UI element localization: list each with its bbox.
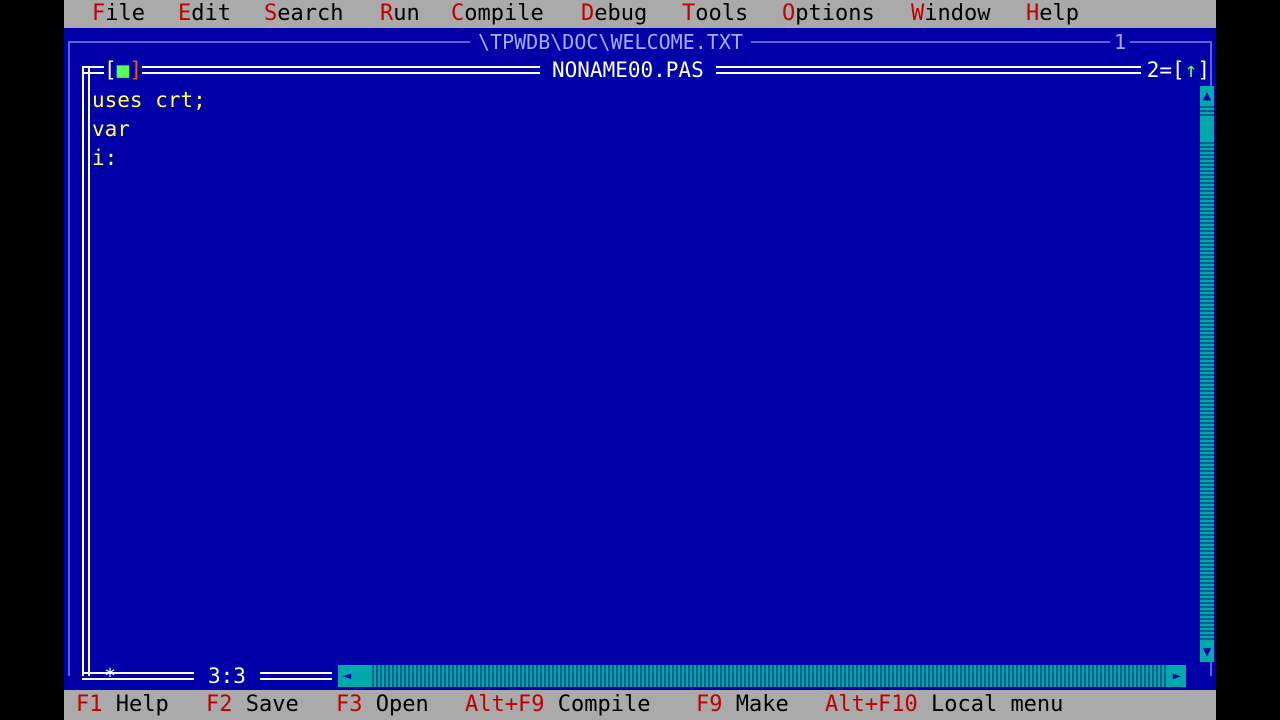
horizontal-scrollbar[interactable]: ◄ ► (338, 665, 1186, 687)
horizontal-scroll-thumb[interactable] (356, 665, 370, 687)
scroll-up-arrow-icon[interactable]: ▲ (1200, 86, 1214, 106)
ide-screen: File Edit Search Run Compile Debug Tools… (64, 0, 1216, 720)
code-line: i: (92, 146, 118, 170)
menu-tools[interactable]: Tools (682, 0, 748, 28)
status-f1-help[interactable]: F1 Help (76, 690, 169, 720)
close-box[interactable]: [■] (104, 56, 142, 84)
status-f3-open[interactable]: F3 Open (336, 690, 429, 720)
status-alt-f10-local-menu[interactable]: Alt+F10 Local menu (825, 690, 1063, 720)
status-f2-save[interactable]: F2 Save (206, 690, 299, 720)
zoom-box[interactable]: 2=[↑] (1140, 56, 1210, 84)
cursor-position: 3:3 (194, 662, 260, 690)
menu-help[interactable]: Help (1026, 0, 1079, 28)
status-alt-f9-compile[interactable]: Alt+F9 Compile (465, 690, 650, 720)
code-editor[interactable]: uses crt; var i: (92, 86, 1200, 656)
menu-search[interactable]: Search (264, 0, 343, 28)
code-line: uses crt; (92, 88, 206, 112)
vertical-scroll-thumb[interactable] (1200, 116, 1214, 140)
scroll-right-arrow-icon[interactable]: ► (1168, 665, 1186, 687)
close-icon: ■ (116, 58, 130, 82)
code-line: var (92, 117, 130, 141)
status-f9-make[interactable]: F9 Make (696, 690, 789, 720)
vertical-scrollbar[interactable]: ▲ ▼ (1200, 86, 1214, 662)
back-window-number: 1 (1109, 28, 1130, 56)
back-window-title[interactable]: \TPWDB\DOC\WELCOME.TXT (470, 28, 751, 56)
editor-window-left-border[interactable] (82, 66, 90, 676)
scroll-down-arrow-icon[interactable]: ▼ (1200, 642, 1214, 662)
status-bar: F1 Help F2 Save F3 Open Alt+F9 Compile F… (64, 690, 1216, 720)
menu-compile[interactable]: Compile (451, 0, 544, 28)
scroll-left-arrow-icon[interactable]: ◄ (338, 665, 356, 687)
menu-window[interactable]: Window (911, 0, 990, 28)
menu-options[interactable]: Options (782, 0, 875, 28)
resize-corner-icon[interactable]: * (104, 662, 116, 690)
back-window-left-border (68, 41, 70, 676)
zoom-arrow-icon: ↑ (1184, 58, 1198, 82)
menu-file[interactable]: File (92, 0, 145, 28)
menu-debug[interactable]: Debug (581, 0, 647, 28)
menu-bar: File Edit Search Run Compile Debug Tools… (64, 0, 1216, 28)
menu-edit[interactable]: Edit (178, 0, 231, 28)
menu-run[interactable]: Run (380, 0, 420, 28)
editor-window-title: NONAME00.PAS (540, 56, 716, 84)
